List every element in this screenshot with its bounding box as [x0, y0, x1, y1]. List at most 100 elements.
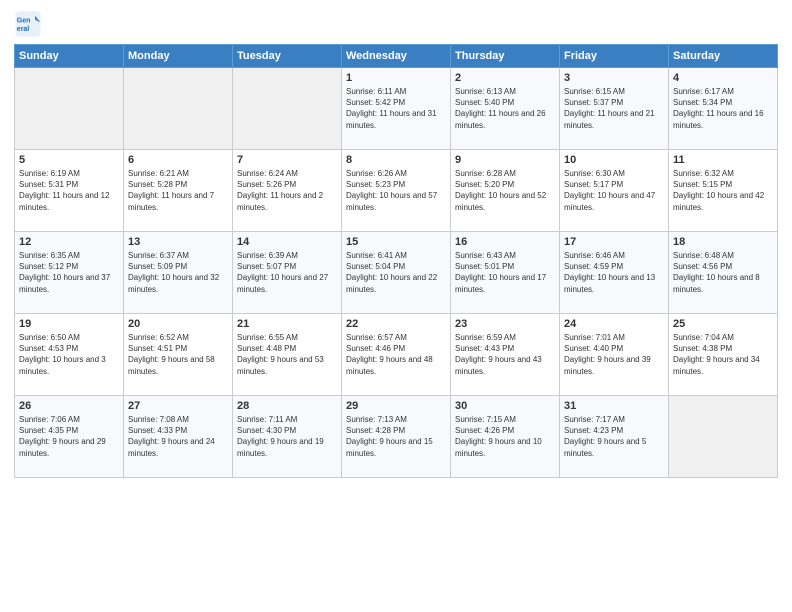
day-cell: 31 Sunrise: 7:17 AM Sunset: 4:23 PM Dayli… — [560, 396, 669, 478]
day-number: 4 — [673, 72, 773, 84]
day-number: 28 — [237, 400, 337, 412]
day-info: Sunrise: 7:13 AM Sunset: 4:28 PM Dayligh… — [346, 414, 446, 459]
day-cell: 27 Sunrise: 7:08 AM Sunset: 4:33 PM Dayli… — [124, 396, 233, 478]
day-info: Sunrise: 6:50 AM Sunset: 4:53 PM Dayligh… — [19, 332, 119, 377]
day-number: 18 — [673, 236, 773, 248]
day-info: Sunrise: 6:46 AM Sunset: 4:59 PM Dayligh… — [564, 250, 664, 295]
day-number: 6 — [128, 154, 228, 166]
day-cell: 26Sunrise: 7:06 AM Sunset: 4:35 PM Dayli… — [15, 396, 124, 478]
day-number: 17 — [564, 236, 664, 248]
day-cell: 10Sunrise: 6:30 AM Sunset: 5:17 PM Dayli… — [560, 150, 669, 232]
day-number: 19 — [19, 318, 119, 330]
day-number: 21 — [237, 318, 337, 330]
day-cell: 24Sunrise: 7:01 AM Sunset: 4:40 PM Dayli… — [560, 314, 669, 396]
day-cell: 15 Sunrise: 6:41 AM Sunset: 5:04 PM Dayli… — [342, 232, 451, 314]
day-number: 9 — [455, 154, 555, 166]
day-number: 2 — [455, 72, 555, 84]
day-info: Sunrise: 6:24 AM Sunset: 5:26 PM Dayligh… — [237, 168, 337, 213]
day-number: 27 — [128, 400, 228, 412]
day-number: 14 — [237, 236, 337, 248]
day-cell: 1 Sunrise: 6:11 AM Sunset: 5:42 PM Daylig… — [342, 68, 451, 150]
day-number: 11 — [673, 154, 773, 166]
calendar-table: SundayMondayTuesdayWednesdayThursdayFrid… — [14, 44, 778, 478]
day-number: 5 — [19, 154, 119, 166]
day-header-saturday: Saturday — [669, 45, 778, 68]
day-info: Sunrise: 6:32 AM Sunset: 5:15 PM Dayligh… — [673, 168, 773, 213]
day-cell — [15, 68, 124, 150]
week-row-1: 1 Sunrise: 6:11 AM Sunset: 5:42 PM Daylig… — [15, 68, 778, 150]
day-info: Sunrise: 7:15 AM Sunset: 4:26 PM Dayligh… — [455, 414, 555, 459]
day-cell: 2 Sunrise: 6:13 AM Sunset: 5:40 PM Daylig… — [451, 68, 560, 150]
day-info: Sunrise: 6:37 AM Sunset: 5:09 PM Dayligh… — [128, 250, 228, 295]
day-info: Sunrise: 6:15 AM Sunset: 5:37 PM Dayligh… — [564, 86, 664, 131]
header: Gen eral — [14, 10, 778, 38]
day-number: 8 — [346, 154, 446, 166]
day-info: Sunrise: 7:08 AM Sunset: 4:33 PM Dayligh… — [128, 414, 228, 459]
day-number: 30 — [455, 400, 555, 412]
day-cell: 11 Sunrise: 6:32 AM Sunset: 5:15 PM Dayli… — [669, 150, 778, 232]
day-info: Sunrise: 6:41 AM Sunset: 5:04 PM Dayligh… — [346, 250, 446, 295]
day-cell: 19 Sunrise: 6:50 AM Sunset: 4:53 PM Dayli… — [15, 314, 124, 396]
day-info: Sunrise: 6:11 AM Sunset: 5:42 PM Dayligh… — [346, 86, 446, 131]
day-cell: 14 Sunrise: 6:39 AM Sunset: 5:07 PM Dayli… — [233, 232, 342, 314]
day-number: 22 — [346, 318, 446, 330]
day-cell: 7Sunrise: 6:24 AM Sunset: 5:26 PM Daylig… — [233, 150, 342, 232]
day-cell: 22 Sunrise: 6:57 AM Sunset: 4:46 PM Dayli… — [342, 314, 451, 396]
week-row-3: 12 Sunrise: 6:35 AM Sunset: 5:12 PM Dayli… — [15, 232, 778, 314]
day-info: Sunrise: 6:17 AM Sunset: 5:34 PM Dayligh… — [673, 86, 773, 131]
day-info: Sunrise: 6:13 AM Sunset: 5:40 PM Dayligh… — [455, 86, 555, 131]
day-number: 10 — [564, 154, 664, 166]
day-info: Sunrise: 6:35 AM Sunset: 5:12 PM Dayligh… — [19, 250, 119, 295]
day-info: Sunrise: 6:48 AM Sunset: 4:56 PM Dayligh… — [673, 250, 773, 295]
day-header-tuesday: Tuesday — [233, 45, 342, 68]
day-cell: 17 Sunrise: 6:46 AM Sunset: 4:59 PM Dayli… — [560, 232, 669, 314]
day-cell: 13 Sunrise: 6:37 AM Sunset: 5:09 PM Dayli… — [124, 232, 233, 314]
day-cell — [124, 68, 233, 150]
day-header-friday: Friday — [560, 45, 669, 68]
day-info: Sunrise: 6:55 AM Sunset: 4:48 PM Dayligh… — [237, 332, 337, 377]
day-number: 3 — [564, 72, 664, 84]
day-info: Sunrise: 7:04 AM Sunset: 4:38 PM Dayligh… — [673, 332, 773, 377]
day-number: 15 — [346, 236, 446, 248]
svg-text:Gen: Gen — [17, 18, 31, 25]
calendar-container: Gen eral SundayMondayTuesdayWednesdayThu… — [0, 0, 792, 612]
header-row: SundayMondayTuesdayWednesdayThursdayFrid… — [15, 45, 778, 68]
day-cell: 23 Sunrise: 6:59 AM Sunset: 4:43 PM Dayli… — [451, 314, 560, 396]
day-header-wednesday: Wednesday — [342, 45, 451, 68]
day-cell: 25 Sunrise: 7:04 AM Sunset: 4:38 PM Dayli… — [669, 314, 778, 396]
day-cell: 8Sunrise: 6:26 AM Sunset: 5:23 PM Daylig… — [342, 150, 451, 232]
day-info: Sunrise: 6:19 AM Sunset: 5:31 PM Dayligh… — [19, 168, 119, 213]
day-cell: 3 Sunrise: 6:15 AM Sunset: 5:37 PM Daylig… — [560, 68, 669, 150]
day-info: Sunrise: 6:39 AM Sunset: 5:07 PM Dayligh… — [237, 250, 337, 295]
day-number: 31 — [564, 400, 664, 412]
day-number: 24 — [564, 318, 664, 330]
day-header-sunday: Sunday — [15, 45, 124, 68]
day-cell: 21 Sunrise: 6:55 AM Sunset: 4:48 PM Dayli… — [233, 314, 342, 396]
day-number: 16 — [455, 236, 555, 248]
day-number: 13 — [128, 236, 228, 248]
day-info: Sunrise: 6:59 AM Sunset: 4:43 PM Dayligh… — [455, 332, 555, 377]
week-row-5: 26Sunrise: 7:06 AM Sunset: 4:35 PM Dayli… — [15, 396, 778, 478]
week-row-4: 19 Sunrise: 6:50 AM Sunset: 4:53 PM Dayli… — [15, 314, 778, 396]
day-cell: 16 Sunrise: 6:43 AM Sunset: 5:01 PM Dayli… — [451, 232, 560, 314]
day-cell: 28Sunrise: 7:11 AM Sunset: 4:30 PM Dayli… — [233, 396, 342, 478]
day-header-thursday: Thursday — [451, 45, 560, 68]
week-row-2: 5 Sunrise: 6:19 AM Sunset: 5:31 PM Daylig… — [15, 150, 778, 232]
day-number: 25 — [673, 318, 773, 330]
day-cell: 20Sunrise: 6:52 AM Sunset: 4:51 PM Dayli… — [124, 314, 233, 396]
day-number: 23 — [455, 318, 555, 330]
day-cell: 30 Sunrise: 7:15 AM Sunset: 4:26 PM Dayli… — [451, 396, 560, 478]
day-number: 1 — [346, 72, 446, 84]
day-cell: 9Sunrise: 6:28 AM Sunset: 5:20 PM Daylig… — [451, 150, 560, 232]
day-cell: 6 Sunrise: 6:21 AM Sunset: 5:28 PM Daylig… — [124, 150, 233, 232]
day-cell: 4 Sunrise: 6:17 AM Sunset: 5:34 PM Daylig… — [669, 68, 778, 150]
day-info: Sunrise: 6:43 AM Sunset: 5:01 PM Dayligh… — [455, 250, 555, 295]
day-info: Sunrise: 6:21 AM Sunset: 5:28 PM Dayligh… — [128, 168, 228, 213]
day-header-monday: Monday — [124, 45, 233, 68]
day-number: 29 — [346, 400, 446, 412]
day-info: Sunrise: 6:57 AM Sunset: 4:46 PM Dayligh… — [346, 332, 446, 377]
day-number: 12 — [19, 236, 119, 248]
day-info: Sunrise: 7:17 AM Sunset: 4:23 PM Dayligh… — [564, 414, 664, 459]
day-cell — [669, 396, 778, 478]
day-info: Sunrise: 6:52 AM Sunset: 4:51 PM Dayligh… — [128, 332, 228, 377]
